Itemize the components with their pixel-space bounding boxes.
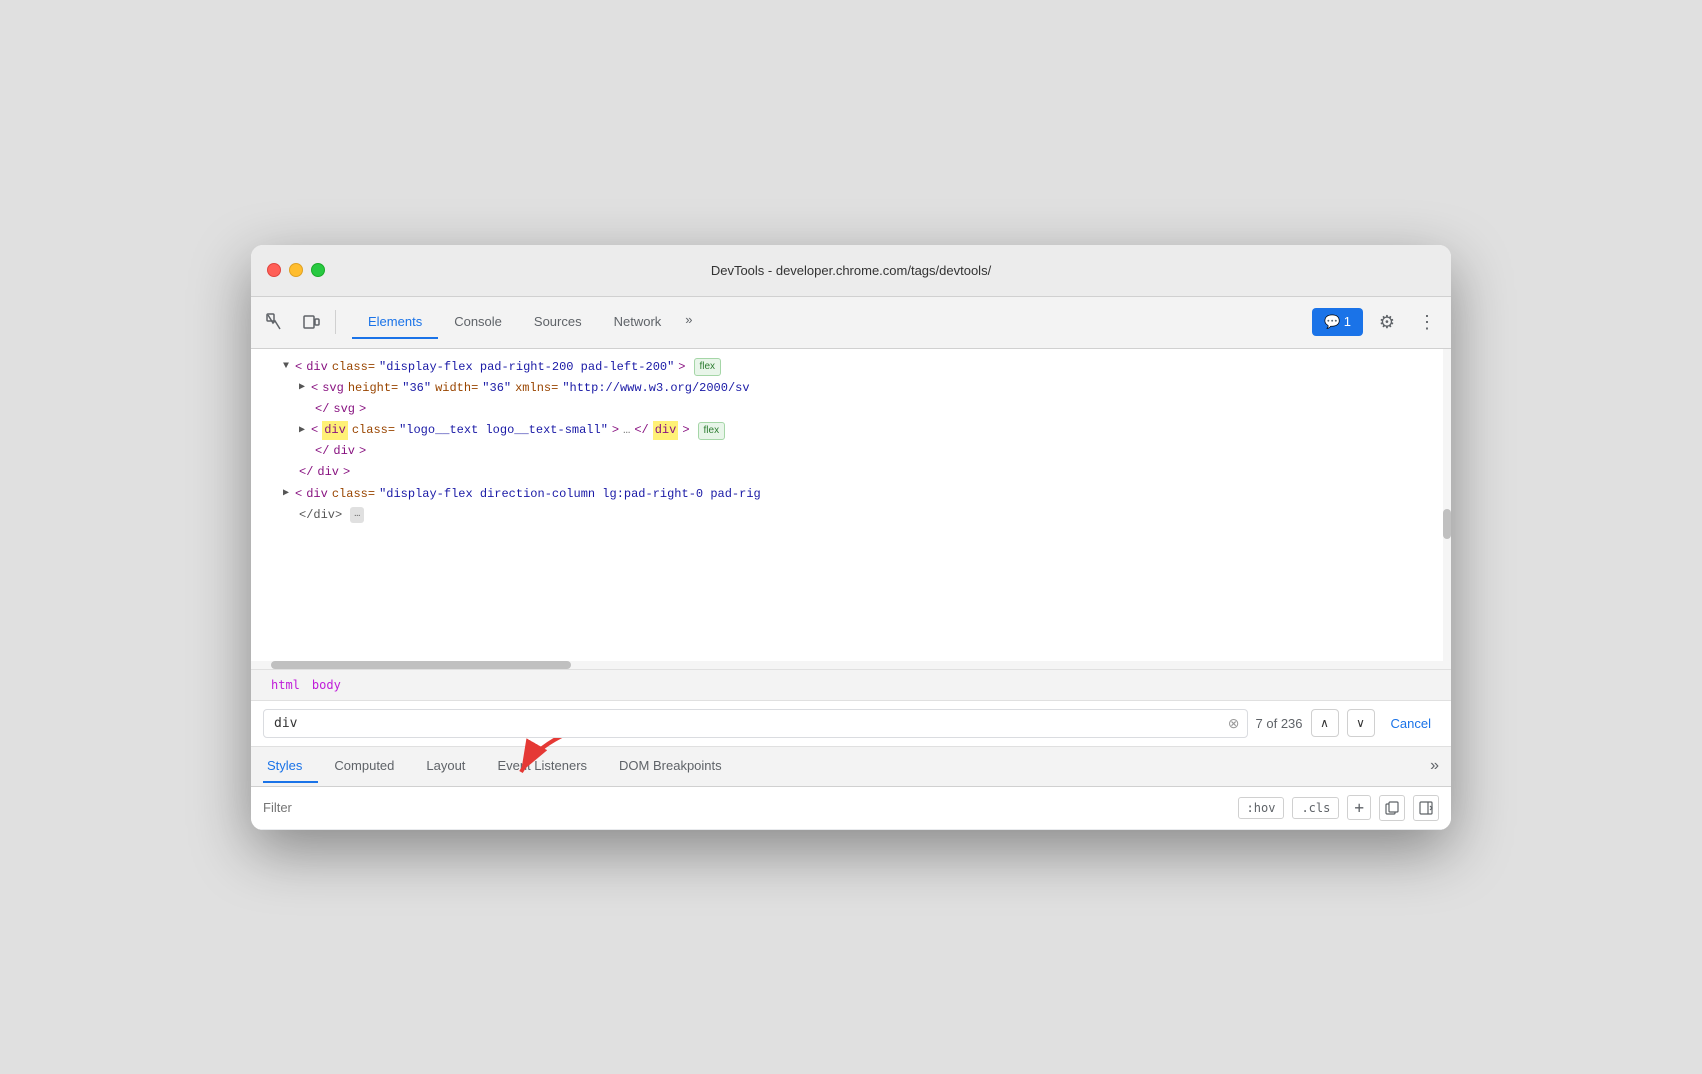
tab-sources[interactable]: Sources <box>518 306 598 339</box>
flex-badge: flex <box>698 422 726 440</box>
search-prev-button[interactable]: ∧ <box>1311 709 1339 737</box>
title-bar: DevTools - developer.chrome.com/tags/dev… <box>251 245 1451 297</box>
expand-triangle[interactable]: ▶ <box>299 380 305 396</box>
devtools-window: DevTools - developer.chrome.com/tags/dev… <box>251 245 1451 830</box>
html-line[interactable]: ▼ <div class="display-flex pad-right-200… <box>251 357 1451 378</box>
styles-tabs: Styles Computed Layout Event Listeners D… <box>251 747 1451 787</box>
html-line[interactable]: </div> <box>251 441 1451 462</box>
tab-console[interactable]: Console <box>438 306 518 339</box>
maximize-button[interactable] <box>311 263 325 277</box>
chat-button[interactable]: 💬 1 <box>1312 308 1363 336</box>
toolbar-separator <box>335 310 336 334</box>
filter-bar: :hov .cls + <box>251 787 1451 830</box>
html-line[interactable]: ▶ <div class="logo__text logo__text-smal… <box>251 420 1451 441</box>
breadcrumb-html[interactable]: html <box>267 676 304 694</box>
more-tabs-button[interactable]: » <box>677 306 700 339</box>
tab-layout[interactable]: Layout <box>410 750 481 783</box>
device-toolbar-button[interactable] <box>295 306 327 338</box>
inspect-element-button[interactable] <box>259 306 291 338</box>
search-input[interactable] <box>263 709 1248 738</box>
toolbar-right: 💬 1 ⚙ ⋮ <box>1312 306 1443 338</box>
scrollbar-thumb[interactable] <box>1443 509 1451 539</box>
expand-triangle[interactable]: ▶ <box>283 486 289 502</box>
minimize-button[interactable] <box>289 263 303 277</box>
html-line[interactable]: </div> … <box>251 505 1451 526</box>
close-button[interactable] <box>267 263 281 277</box>
flex-badge: flex <box>694 358 722 376</box>
add-style-rule-button[interactable]: + <box>1347 795 1371 820</box>
breadcrumb-bar: html body <box>251 669 1451 701</box>
more-panels-button[interactable]: » <box>1430 757 1439 775</box>
cls-button[interactable]: .cls <box>1292 797 1339 819</box>
tab-network[interactable]: Network <box>598 306 678 339</box>
vertical-scrollbar[interactable] <box>1443 349 1451 669</box>
html-line[interactable]: </div> <box>251 462 1451 483</box>
more-options-button[interactable]: ⋮ <box>1411 306 1443 338</box>
filter-right: :hov .cls + <box>1238 795 1439 821</box>
html-line[interactable]: </svg> <box>251 399 1451 420</box>
filter-input[interactable] <box>263 800 1230 815</box>
html-line[interactable]: ▶ <div class="display-flex direction-col… <box>251 484 1451 505</box>
toolbar-tabs: Elements Console Sources Network » <box>352 306 1308 339</box>
devtools-toolbar: Elements Console Sources Network » 💬 1 ⚙… <box>251 297 1451 349</box>
tab-styles[interactable]: Styles <box>263 750 318 783</box>
toggle-sidebar-button[interactable] <box>1413 795 1439 821</box>
search-input-wrap: ⊗ <box>263 709 1248 738</box>
settings-button[interactable]: ⚙ <box>1371 306 1403 338</box>
tab-elements[interactable]: Elements <box>352 306 438 339</box>
breadcrumb-body[interactable]: body <box>308 676 345 694</box>
search-count: 7 of 236 <box>1256 716 1303 731</box>
tab-computed[interactable]: Computed <box>318 750 410 783</box>
search-bar: ⊗ 7 of 236 ∧ ∨ Cancel <box>251 701 1451 747</box>
horizontal-scrollbar[interactable] <box>251 661 1443 669</box>
search-cancel-button[interactable]: Cancel <box>1383 712 1439 735</box>
html-line[interactable]: ▶ <svg height="36" width="36" xmlns="htt… <box>251 378 1451 399</box>
window-title: DevTools - developer.chrome.com/tags/dev… <box>711 263 991 278</box>
traffic-lights <box>267 263 325 277</box>
hov-button[interactable]: :hov <box>1238 797 1285 819</box>
scrollbar-thumb[interactable] <box>271 661 571 669</box>
expand-triangle[interactable]: ▼ <box>283 359 289 375</box>
html-content: ▼ <div class="display-flex pad-right-200… <box>251 349 1451 535</box>
elements-panel: ▼ <div class="display-flex pad-right-200… <box>251 349 1451 669</box>
copy-styles-button[interactable] <box>1379 795 1405 821</box>
search-clear-button[interactable]: ⊗ <box>1228 715 1240 732</box>
search-next-button[interactable]: ∨ <box>1347 709 1375 737</box>
expand-triangle[interactable]: ▶ <box>299 423 305 439</box>
